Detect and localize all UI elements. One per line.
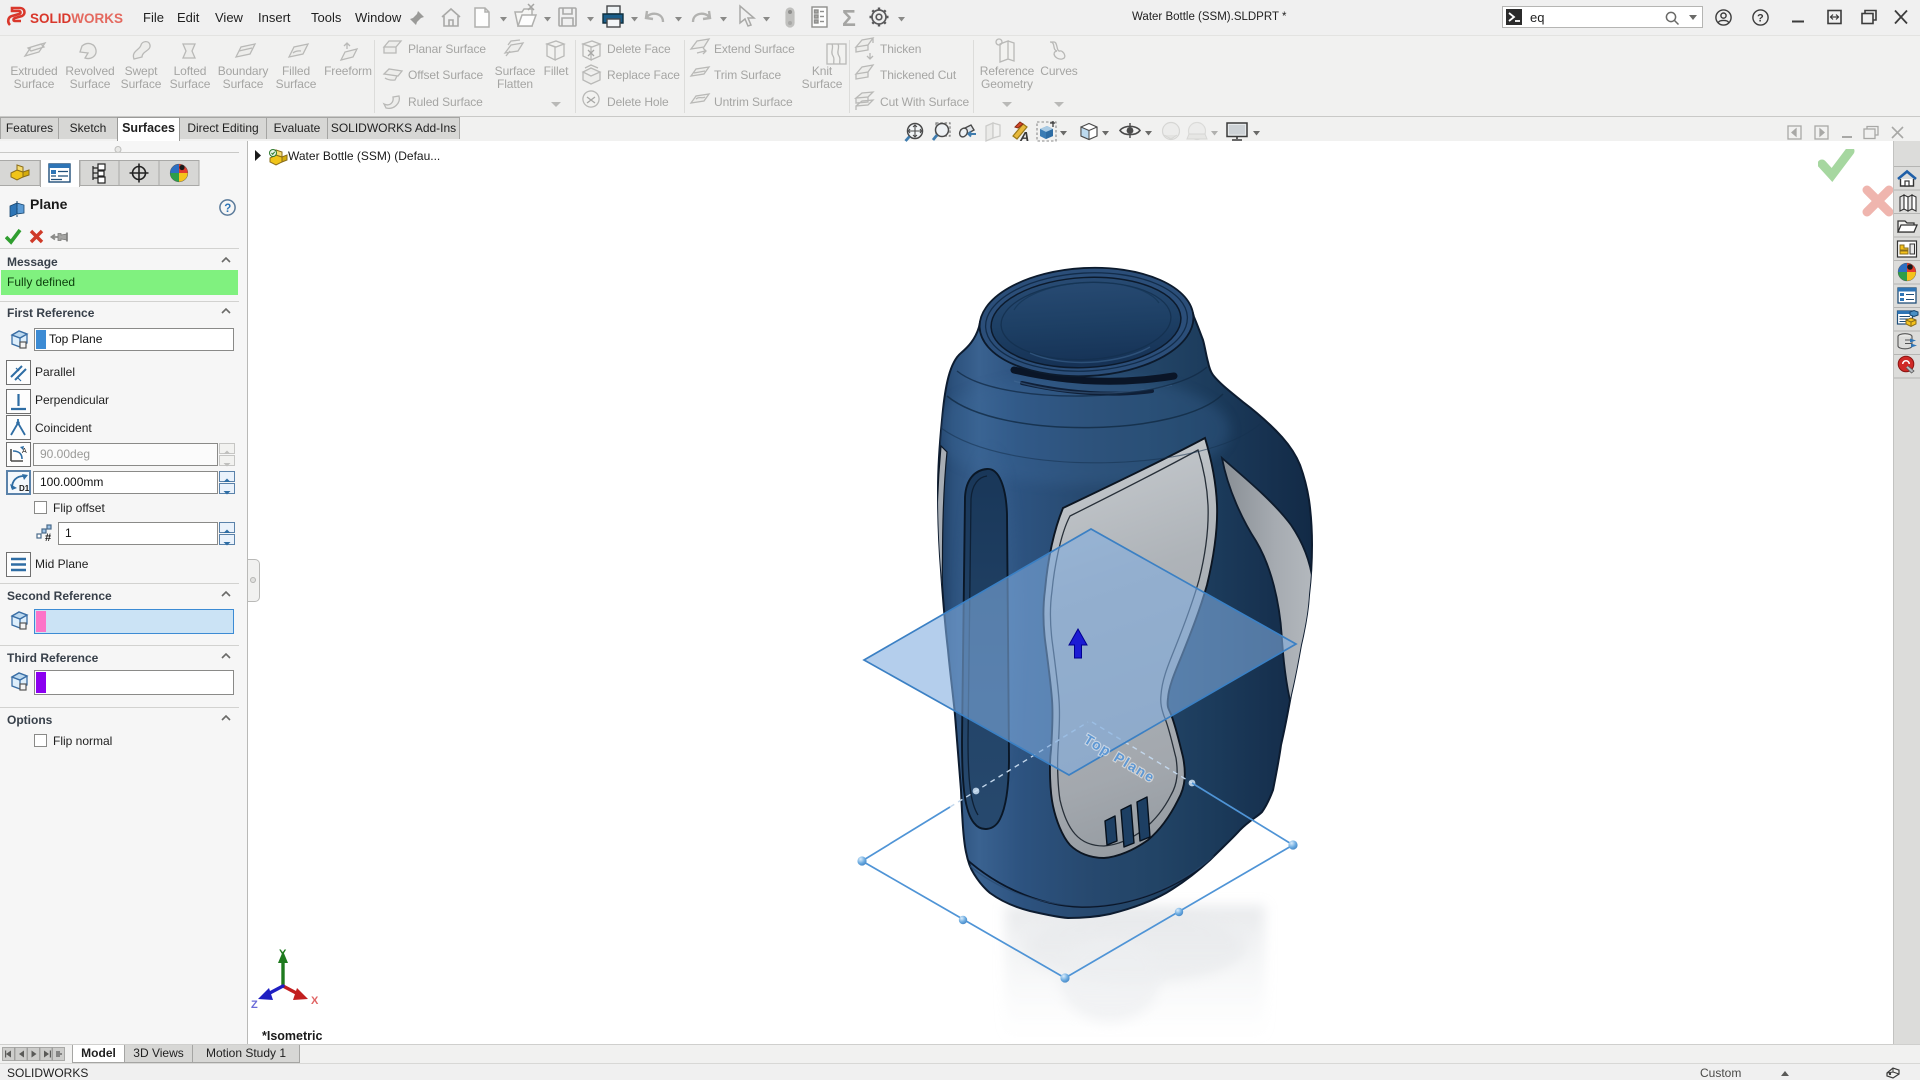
svg-text:A: A bbox=[22, 448, 27, 455]
svg-text:SOLIDWORKS: SOLIDWORKS bbox=[30, 11, 123, 26]
svg-text:Z: Z bbox=[251, 999, 258, 1011]
svg-text:?: ? bbox=[224, 203, 231, 215]
svg-text:#: # bbox=[45, 532, 51, 542]
svg-text:Σ: Σ bbox=[842, 5, 856, 31]
svg-text:D1: D1 bbox=[19, 484, 29, 493]
svg-text:A: A bbox=[1019, 129, 1029, 144]
svg-text:X: X bbox=[311, 995, 319, 1007]
svg-text:Y: Y bbox=[279, 948, 287, 960]
svg-text:?: ? bbox=[1757, 13, 1764, 25]
